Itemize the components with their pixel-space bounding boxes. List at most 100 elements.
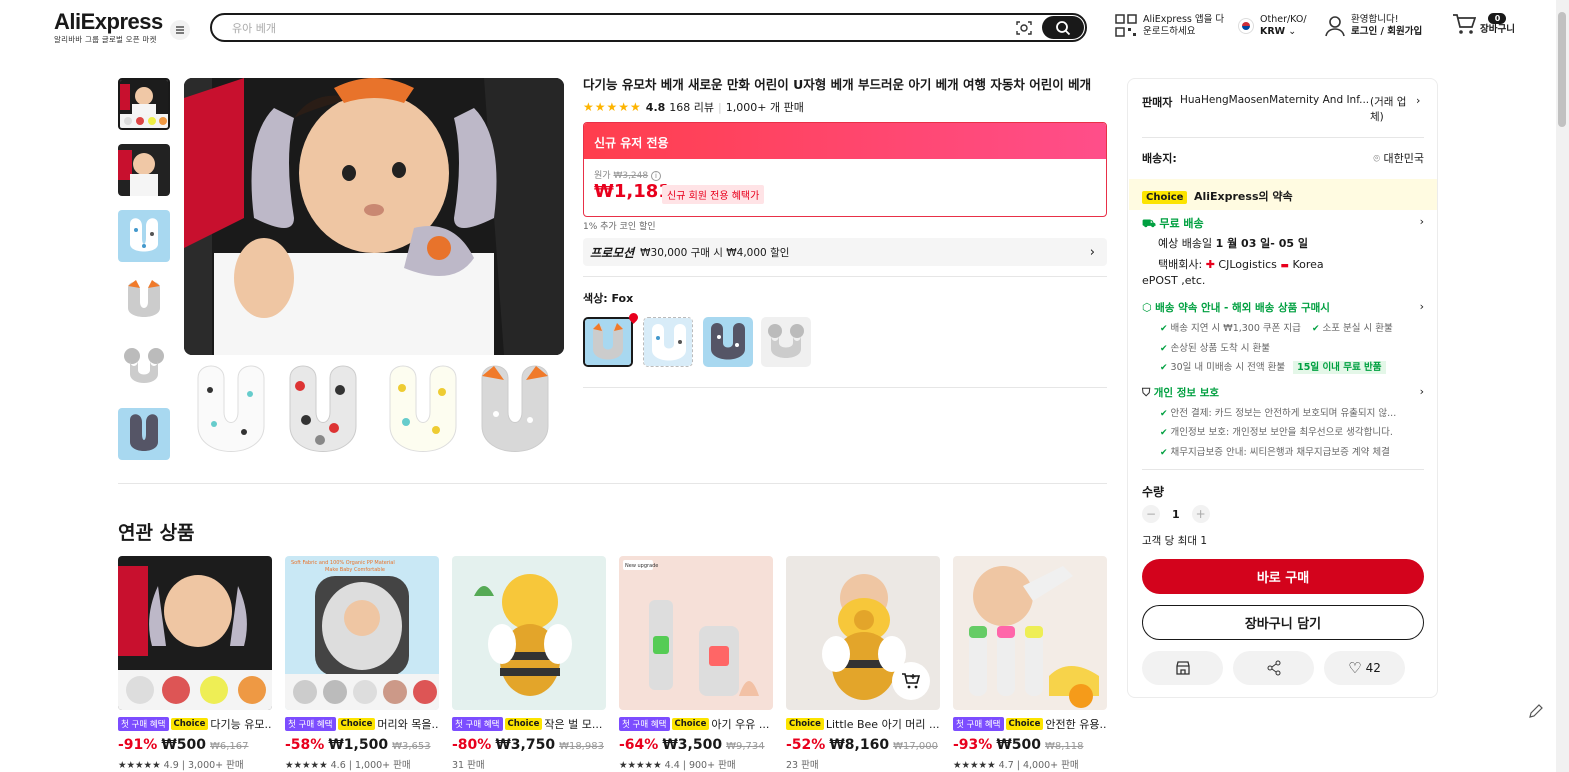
card-price-row: -64% ₩3,500 ₩9,734 bbox=[619, 737, 773, 753]
store-button[interactable] bbox=[1142, 651, 1223, 685]
wishlist-button[interactable]: ♡ 42 bbox=[1324, 651, 1405, 685]
seller-name: HuaHengMaosenMaternity And Inf... bbox=[1180, 94, 1370, 106]
promotion-text: ₩30,000 구매 시 ₩4,000 할인 bbox=[640, 246, 790, 259]
aliexpress-logo[interactable]: AliExpress 알리바바 그룹 글로벌 오픈 마켓 bbox=[54, 9, 163, 45]
thumbnail-4[interactable] bbox=[118, 276, 170, 328]
card-price-row: -91% ₩500 ₩6,167 bbox=[118, 737, 272, 753]
shield-box-icon: ⬡ bbox=[1142, 301, 1152, 314]
old-price: ₩3,653 bbox=[392, 741, 431, 752]
card-meta-text: 23 판매 bbox=[786, 760, 819, 771]
privacy-line-1: ✔ 안전 결제: 카드 정보는 안전하게 보호되며 유출되지 않... bbox=[1160, 405, 1400, 419]
thumbnail-3[interactable] bbox=[118, 210, 170, 262]
old-price: ₩17,000 bbox=[893, 741, 938, 752]
free-return-tag: 15일 이내 무료 반품 bbox=[1293, 361, 1386, 374]
app-download-line1: AliExpress 앱을 다 bbox=[1143, 14, 1225, 25]
card-meta-text: 4.9 | 3,000+ 판매 bbox=[163, 760, 244, 771]
cart-button[interactable]: 0 장바구니 bbox=[1452, 12, 1515, 36]
thumbnail-6[interactable] bbox=[118, 408, 170, 460]
original-price-label: 원가 bbox=[594, 171, 611, 181]
discount: -52% bbox=[786, 737, 826, 753]
related-product-card[interactable]: Choice Little Bee 아기 머리 ... -52% ₩8,160 ₩17… bbox=[786, 556, 940, 771]
thumbnail-2[interactable] bbox=[118, 144, 170, 196]
korea-flag-icon bbox=[1238, 18, 1254, 34]
related-product-card[interactable]: Soft Fabric and 100% Organic PP Material… bbox=[285, 556, 439, 771]
sale-price: ₩1,181 bbox=[594, 181, 671, 202]
rating-value: 4.8 bbox=[645, 100, 666, 114]
add-to-cart-button[interactable]: 장바구니 담기 bbox=[1142, 605, 1424, 640]
price: ₩8,160 bbox=[829, 737, 890, 753]
free-shipping-row[interactable]: ⛟ 무료 배송 › bbox=[1142, 215, 1424, 232]
price: ₩500 bbox=[161, 737, 206, 753]
color-swatch-gray[interactable] bbox=[761, 317, 811, 367]
card-title-row: Choice Little Bee 아기 머리 ... bbox=[786, 716, 940, 732]
wishlist-count: 42 bbox=[1365, 661, 1381, 675]
coin-discount-note: 1% 추가 코인 할인 bbox=[583, 222, 656, 232]
pillow-variants-image bbox=[184, 362, 564, 457]
main-product-image[interactable] bbox=[184, 78, 564, 355]
rating-row[interactable]: ★★★★★ 4.8 168 리뷰 | 1,000+ 개 판매 bbox=[583, 99, 804, 115]
account-menu[interactable]: 환영합니다! 로그인 / 회원가입 bbox=[1325, 14, 1422, 38]
ship-to-row[interactable]: 배송지: ⌾ 대한민국 bbox=[1142, 150, 1424, 166]
card-price-row: -93% ₩500 ₩8,118 bbox=[953, 737, 1107, 753]
thumbnail-1[interactable] bbox=[118, 78, 170, 130]
app-download-line2: 운로드하세요 bbox=[1143, 26, 1196, 37]
menu-icon[interactable] bbox=[170, 20, 190, 40]
quantity-stepper: − 1 + bbox=[1142, 505, 1210, 523]
camera-search-icon[interactable] bbox=[1015, 19, 1033, 37]
price: ₩500 bbox=[996, 737, 1041, 753]
promotion-row[interactable]: 프로모션 ₩30,000 구매 시 ₩4,000 할인 › bbox=[583, 238, 1107, 266]
purchase-panel: 판매자 HuaHengMaosenMaternity And Inf... (거… bbox=[1127, 78, 1438, 698]
region-selector[interactable]: Other/KO/ KRW ⌄ bbox=[1238, 14, 1307, 38]
cart-icon bbox=[1453, 14, 1476, 34]
discount: -58% bbox=[285, 737, 325, 753]
related-product-card[interactable]: 첫 구매 혜택 Choice 안전한 유용... -93% ₩500 ₩8,118 ★★… bbox=[953, 556, 1107, 771]
delivery-guide-row[interactable]: ⬡ 배송 약속 안내 - 해외 배송 상품 구매시 › bbox=[1142, 300, 1424, 315]
choice-tag: Choice bbox=[337, 718, 376, 730]
app-download[interactable]: AliExpress 앱을 다 운로드하세요 bbox=[1115, 14, 1224, 38]
color-swatch-navy[interactable] bbox=[703, 317, 753, 367]
free-shipping-label: 무료 배송 bbox=[1159, 217, 1204, 230]
new-user-banner: 신규 유저 전용 bbox=[584, 123, 1106, 159]
eta-dates: 1 월 03 일- 05 일 bbox=[1215, 237, 1308, 250]
review-count[interactable]: 168 리뷰 bbox=[669, 99, 714, 115]
purchase-limit: 고객 당 최대 1 bbox=[1142, 535, 1207, 547]
star-rating-icon: ★★★★★ bbox=[583, 100, 642, 114]
decrease-button[interactable]: − bbox=[1142, 505, 1160, 523]
first-purchase-tag: 첫 구매 혜택 bbox=[619, 717, 670, 731]
related-product-card[interactable]: New upgrade 첫 구매 혜택 Choice 아기 우유 ... -64% ₩… bbox=[619, 556, 773, 771]
scrollbar-thumb[interactable] bbox=[1558, 12, 1566, 127]
add-to-cart-icon[interactable] bbox=[892, 662, 930, 700]
feedback-edit-icon[interactable] bbox=[1527, 702, 1545, 720]
product-image: New upgrade bbox=[619, 556, 773, 710]
related-product-card[interactable]: 첫 구매 혜택 Choice 작은 벌 모... -80% ₩3,750 ₩18,983… bbox=[452, 556, 606, 771]
star-rating-icon: ★★★★★ bbox=[285, 760, 328, 771]
card-title-row: 첫 구매 혜택 Choice 작은 벌 모... bbox=[452, 716, 606, 732]
card-meta-text: 31 판매 bbox=[452, 760, 485, 771]
card-title: 아기 우유 ... bbox=[711, 718, 770, 731]
increase-button[interactable]: + bbox=[1191, 505, 1210, 523]
quantity-label: 수량 bbox=[1142, 485, 1165, 499]
card-meta-text: 4.6 | 1,000+ 판매 bbox=[330, 760, 411, 771]
ship-to-label: 배송지: bbox=[1142, 152, 1177, 165]
epost-logo-icon: ▬ bbox=[1280, 261, 1289, 271]
related-product-card[interactable]: 첫 구매 혜택 Choice 다기능 유모... -91% ₩500 ₩6,167 ★★… bbox=[118, 556, 272, 771]
product-image bbox=[786, 556, 940, 710]
seller-row[interactable]: 판매자 HuaHengMaosenMaternity And Inf... (거… bbox=[1142, 94, 1424, 124]
eta-label: 예상 배송일 bbox=[1158, 237, 1213, 250]
info-icon[interactable]: i bbox=[650, 171, 661, 181]
privacy-row[interactable]: ⛉ 개인 정보 보호 › bbox=[1142, 385, 1424, 400]
old-price: ₩9,734 bbox=[726, 741, 765, 752]
search-button[interactable] bbox=[1042, 16, 1084, 39]
search-input[interactable] bbox=[232, 19, 992, 37]
separator: | bbox=[718, 100, 722, 114]
thumbnail-5[interactable] bbox=[118, 342, 170, 394]
chevron-right-icon: › bbox=[1419, 215, 1424, 228]
image-banner-text: Soft Fabric and 100% Organic PP Material bbox=[291, 560, 395, 566]
buy-now-button[interactable]: 바로 구매 bbox=[1142, 559, 1424, 594]
share-button[interactable] bbox=[1233, 651, 1314, 685]
divider bbox=[1142, 137, 1424, 138]
color-swatch-fox[interactable] bbox=[583, 317, 633, 367]
color-swatch-stars[interactable] bbox=[643, 317, 693, 367]
eta-row: 예상 배송일 1 월 03 일- 05 일 bbox=[1158, 235, 1308, 251]
card-price-row: -80% ₩3,750 ₩18,983 bbox=[452, 737, 606, 753]
